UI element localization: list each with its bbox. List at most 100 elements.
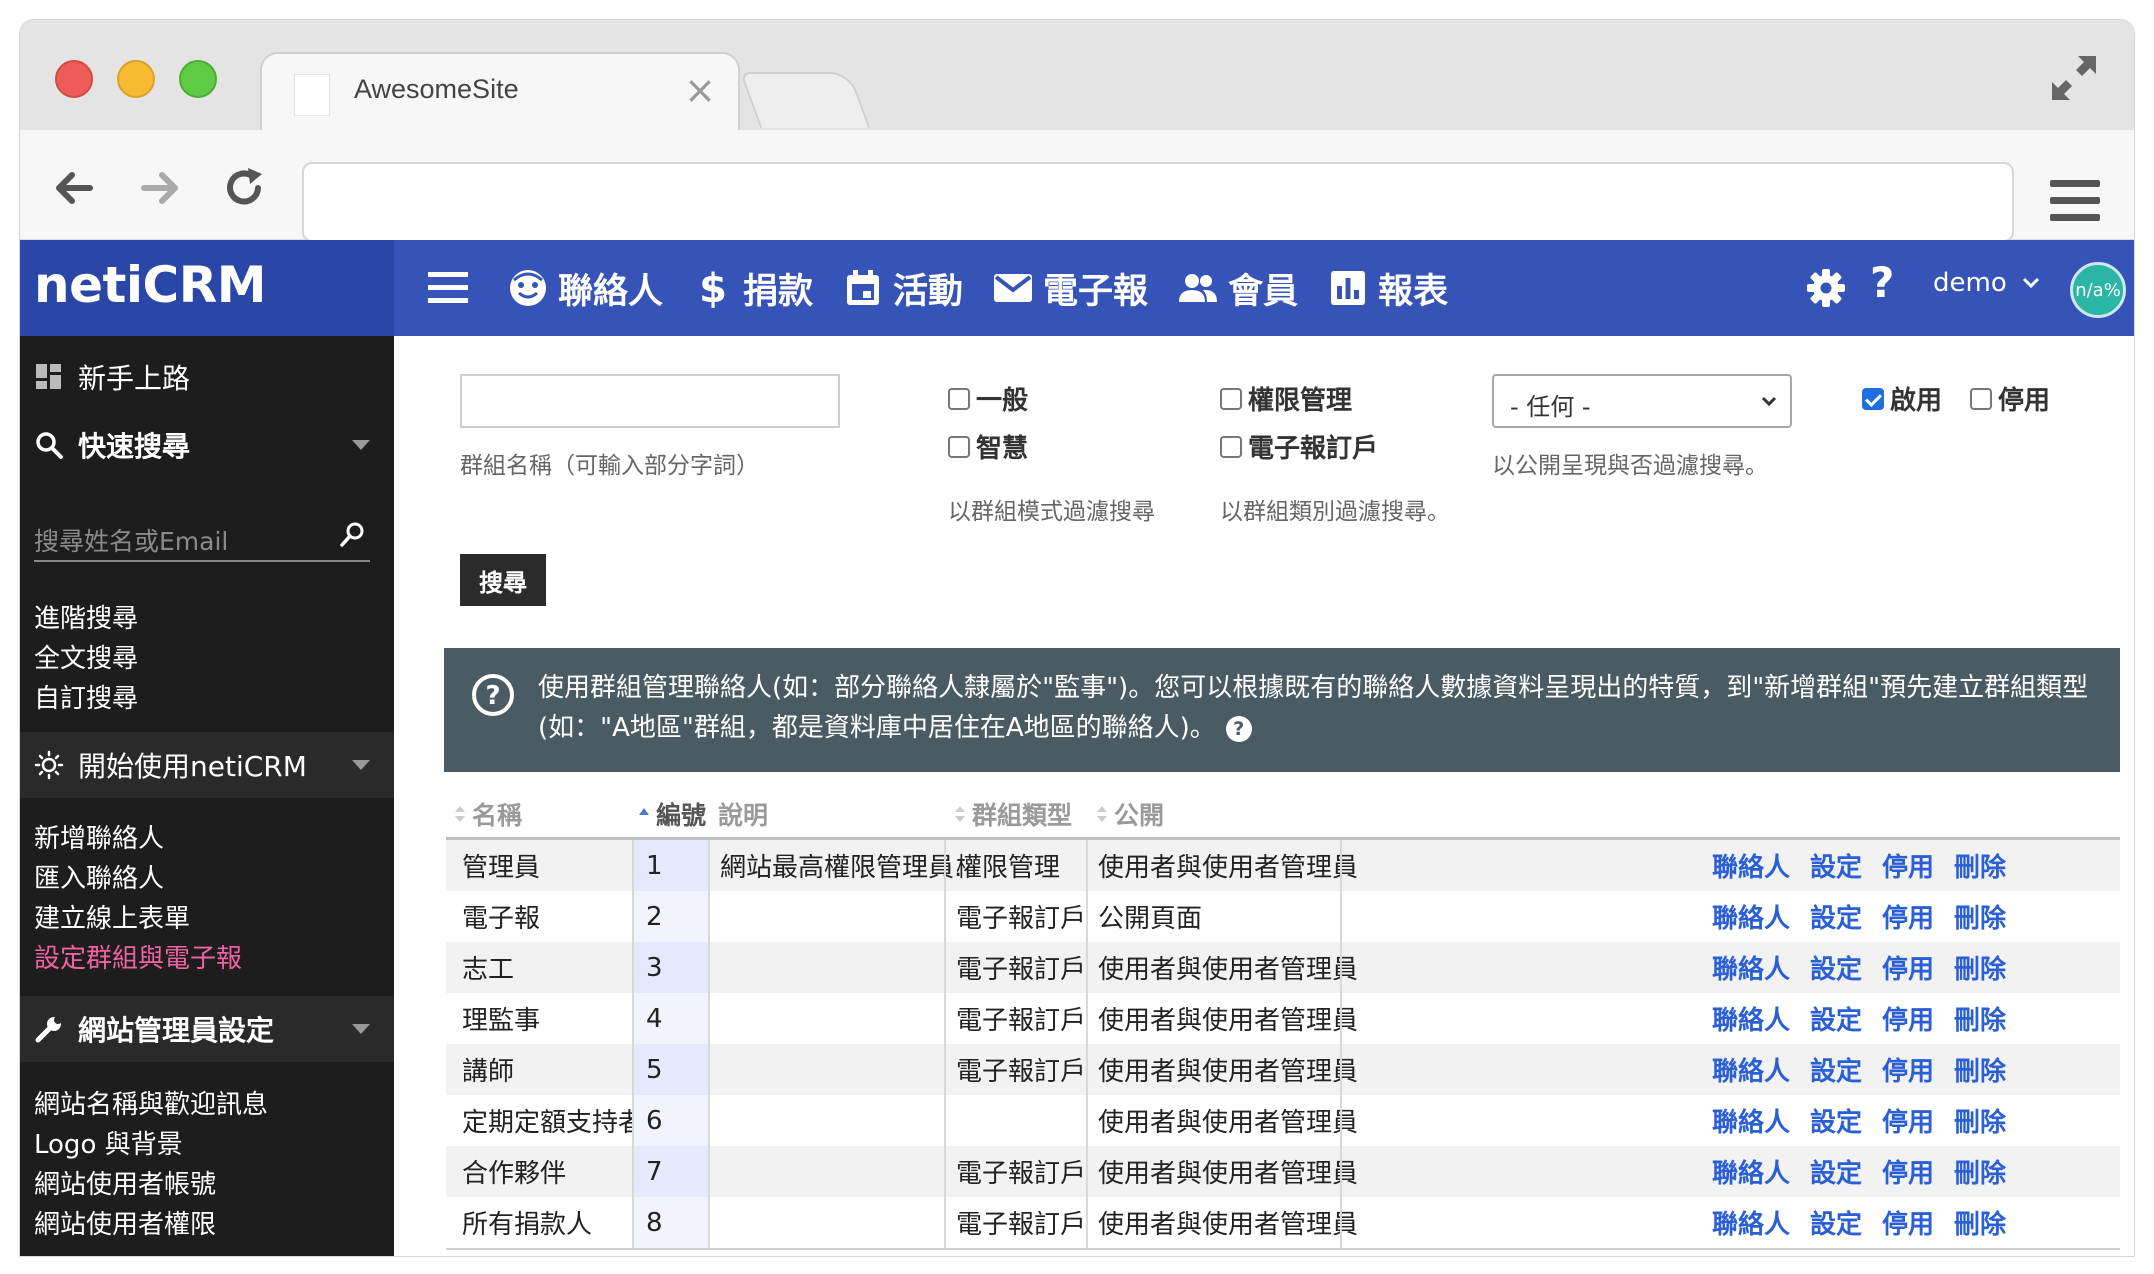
column-header-name[interactable]: 名稱 <box>454 796 522 832</box>
row-delete-link[interactable]: 刪除 <box>1954 1204 2006 1241</box>
browser-menu-icon[interactable] <box>2050 180 2100 224</box>
forward-arrow-icon[interactable] <box>136 164 184 212</box>
status-disabled-label: 停用 <box>1998 386 2051 416</box>
type-option-access[interactable]: 權限管理 <box>1220 380 1352 417</box>
row-disable-link[interactable]: 停用 <box>1882 898 1934 935</box>
sidebar-search-input[interactable]: 搜尋姓名或Email <box>34 514 370 562</box>
row-settings-link[interactable]: 設定 <box>1810 847 1862 884</box>
sidebar-link-advanced-search[interactable]: 進階搜尋 <box>34 598 138 635</box>
close-window-button[interactable] <box>55 60 93 98</box>
sidebar-section-admin[interactable]: 網站管理員設定 <box>20 996 394 1062</box>
row-disable-link[interactable]: 停用 <box>1882 1102 1934 1139</box>
sidebar-link-add-contact[interactable]: 新增聯絡人 <box>34 818 164 855</box>
reload-icon[interactable] <box>220 164 268 212</box>
sidebar-link-logo[interactable]: Logo 與背景 <box>34 1124 183 1161</box>
status-option-enabled[interactable]: 啟用 <box>1862 380 1942 417</box>
chevron-down-icon <box>1761 396 1777 407</box>
row-contacts-link[interactable]: 聯絡人 <box>1712 1000 1790 1037</box>
nav-events[interactable]: 活動 <box>841 263 963 314</box>
group-name-input[interactable] <box>460 374 840 428</box>
sidebar-item-getting-started[interactable]: 新手上路 <box>20 344 394 410</box>
mode-smart-checkbox[interactable] <box>948 435 970 458</box>
row-disable-link[interactable]: 停用 <box>1882 1204 1934 1241</box>
nav-contributions[interactable]: $ 捐款 <box>691 263 813 314</box>
type-option-mailing[interactable]: 電子報訂戶 <box>1220 428 1378 465</box>
row-disable-link[interactable]: 停用 <box>1882 847 1934 884</box>
hamburger-menu-icon[interactable] <box>428 272 468 304</box>
gear-icon[interactable] <box>1804 266 1848 310</box>
row-contacts-link[interactable]: 聯絡人 <box>1712 1102 1790 1139</box>
row-contacts-link[interactable]: 聯絡人 <box>1712 898 1790 935</box>
row-delete-link[interactable]: 刪除 <box>1954 1000 2006 1037</box>
row-settings-link[interactable]: 設定 <box>1810 1204 1862 1241</box>
mode-normal-checkbox[interactable] <box>948 387 970 410</box>
sidebar-link-site-name[interactable]: 網站名稱與歡迎訊息 <box>34 1084 268 1121</box>
sidebar-link-fulltext-search[interactable]: 全文搜尋 <box>34 638 138 675</box>
nav-members[interactable]: 會員 <box>1176 263 1298 314</box>
minimize-window-button[interactable] <box>117 60 155 98</box>
row-delete-link[interactable]: 刪除 <box>1954 1051 2006 1088</box>
sidebar-link-user-permissions[interactable]: 網站使用者權限 <box>34 1204 216 1241</box>
row-contacts-link[interactable]: 聯絡人 <box>1712 949 1790 986</box>
help-badge-icon[interactable]: ? <box>1225 715 1252 742</box>
row-delete-link[interactable]: 刪除 <box>1954 1102 2006 1139</box>
new-tab-button[interactable] <box>739 72 871 128</box>
status-enabled-checkbox[interactable] <box>1862 387 1884 410</box>
row-contacts-link[interactable]: 聯絡人 <box>1712 1204 1790 1241</box>
sidebar-section-start[interactable]: 開始使用netiCRM <box>20 732 394 798</box>
column-header-type[interactable]: 群組類型 <box>954 796 1072 832</box>
row-settings-link[interactable]: 設定 <box>1810 1153 1862 1190</box>
nav-mailing[interactable]: 電子報 <box>991 263 1148 314</box>
column-header-id[interactable]: 編號 <box>638 796 706 832</box>
mode-option-normal[interactable]: 一般 <box>948 380 1028 417</box>
cell-id: 7 <box>632 1146 708 1197</box>
column-header-visibility[interactable]: 公開 <box>1096 796 1164 832</box>
type-mailing-checkbox[interactable] <box>1220 435 1242 458</box>
row-settings-link[interactable]: 設定 <box>1810 1102 1862 1139</box>
status-disabled-checkbox[interactable] <box>1970 387 1992 410</box>
row-delete-link[interactable]: 刪除 <box>1954 949 2006 986</box>
avatar[interactable]: n/a% <box>2070 262 2126 318</box>
row-disable-link[interactable]: 停用 <box>1882 949 1934 986</box>
browser-tab[interactable]: AwesomeSite × <box>260 52 740 132</box>
tab-close-icon[interactable]: × <box>684 68 716 112</box>
sidebar-link-custom-search[interactable]: 自訂搜尋 <box>34 678 138 715</box>
row-delete-link[interactable]: 刪除 <box>1954 1153 2006 1190</box>
row-delete-link[interactable]: 刪除 <box>1954 898 2006 935</box>
row-disable-link[interactable]: 停用 <box>1882 1051 1934 1088</box>
status-option-disabled[interactable]: 停用 <box>1970 380 2050 417</box>
sidebar-section-quick-search[interactable]: 快速搜尋 <box>20 412 394 478</box>
sidebar-link-groups-mailing[interactable]: 設定群組與電子報 <box>34 938 242 975</box>
zoom-window-button[interactable] <box>179 60 217 98</box>
cell-name: 合作夥伴 <box>462 1159 567 1189</box>
smiley-icon <box>510 270 546 306</box>
help-icon[interactable]: ? <box>1870 258 1894 307</box>
brand-area[interactable]: netiCRM <box>20 240 394 336</box>
row-disable-link[interactable]: 停用 <box>1882 1153 1934 1190</box>
back-arrow-icon[interactable] <box>50 164 98 212</box>
row-contacts-link[interactable]: 聯絡人 <box>1712 1153 1790 1190</box>
user-menu[interactable]: demo <box>1933 268 2041 298</box>
sidebar-link-user-accounts[interactable]: 網站使用者帳號 <box>34 1164 216 1201</box>
magnifier-icon[interactable] <box>338 520 368 550</box>
row-delete-link[interactable]: 刪除 <box>1954 847 2006 884</box>
sidebar-link-online-form[interactable]: 建立線上表單 <box>34 898 190 935</box>
address-bar[interactable] <box>302 162 2014 242</box>
nav-contacts[interactable]: 聯絡人 <box>506 263 663 314</box>
search-button[interactable]: 搜尋 <box>460 554 546 606</box>
row-disable-link[interactable]: 停用 <box>1882 1000 1934 1037</box>
nav-reports[interactable]: 報表 <box>1326 263 1448 314</box>
sidebar-link-import-contacts[interactable]: 匯入聯絡人 <box>34 858 164 895</box>
row-settings-link[interactable]: 設定 <box>1810 1051 1862 1088</box>
fullscreen-expand-icon[interactable] <box>2048 52 2100 104</box>
row-settings-link[interactable]: 設定 <box>1810 898 1862 935</box>
row-settings-link[interactable]: 設定 <box>1810 1000 1862 1037</box>
type-access-checkbox[interactable] <box>1220 387 1242 410</box>
row-settings-link[interactable]: 設定 <box>1810 949 1862 986</box>
row-contacts-link[interactable]: 聯絡人 <box>1712 1051 1790 1088</box>
row-contacts-link[interactable]: 聯絡人 <box>1712 847 1790 884</box>
mode-option-smart[interactable]: 智慧 <box>948 428 1028 465</box>
brand-logo[interactable]: netiCRM <box>34 256 267 314</box>
visibility-select[interactable]: - 任何 - <box>1492 374 1792 428</box>
cell-name: 管理員 <box>462 853 541 883</box>
